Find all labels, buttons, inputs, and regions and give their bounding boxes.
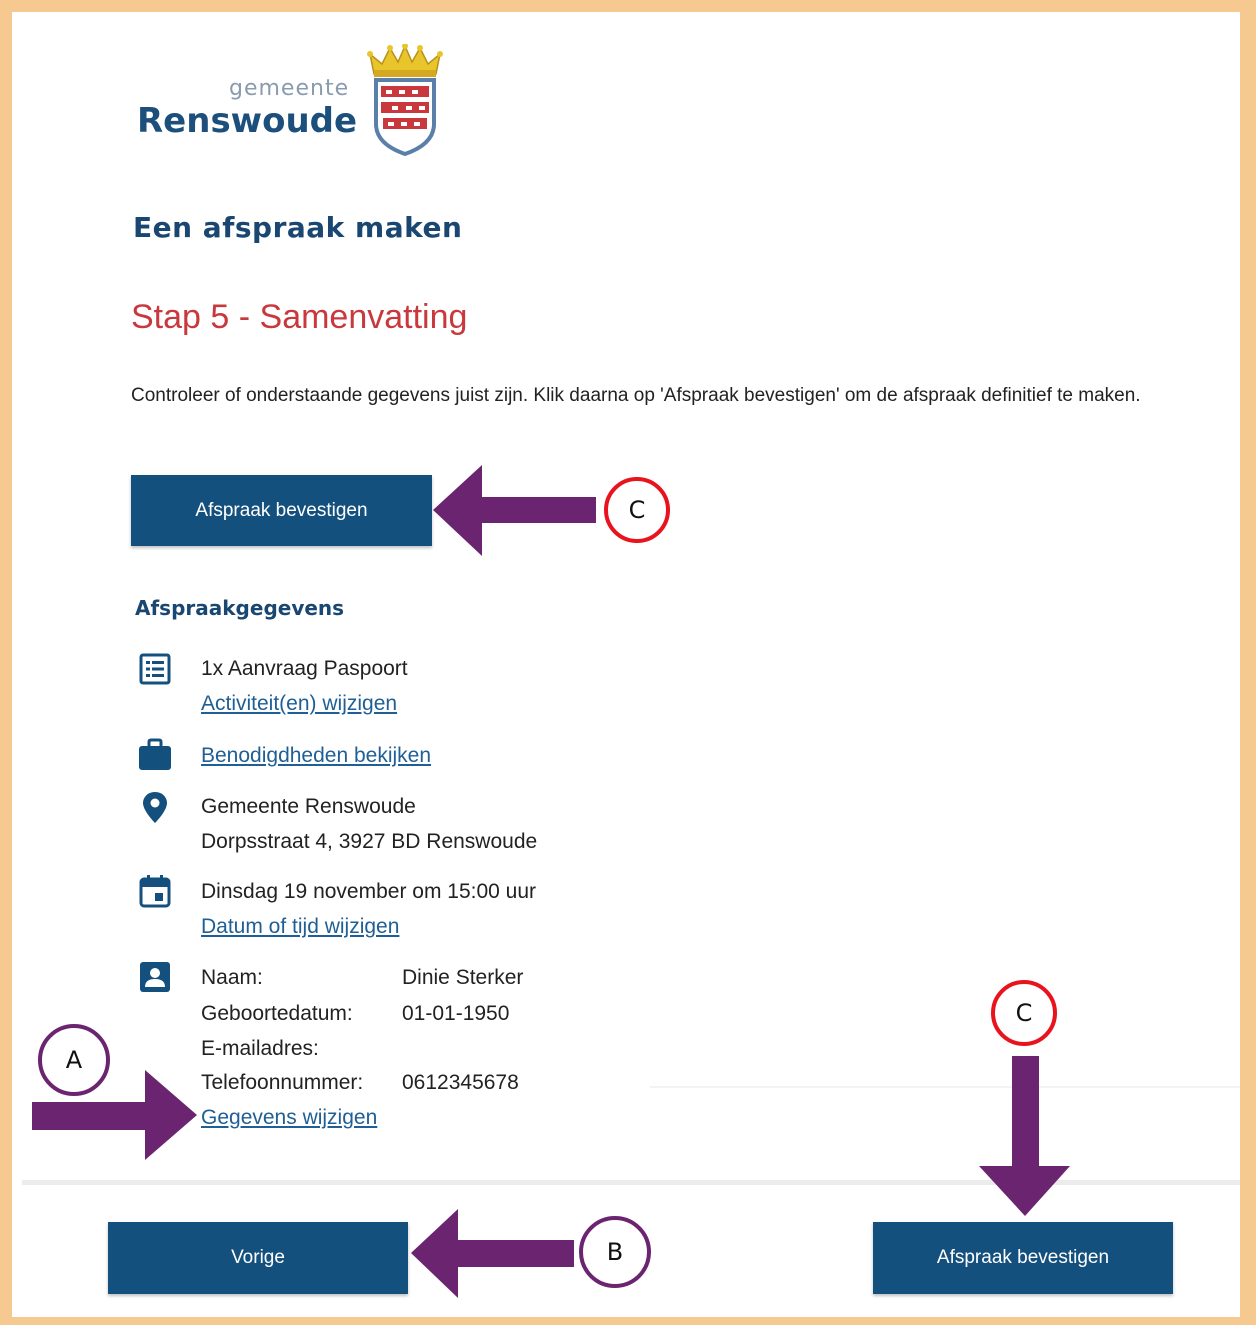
change-activities-link[interactable]: Activiteit(en) wijzigen — [201, 692, 397, 716]
faint-divider — [650, 1086, 1240, 1088]
page-frame — [0, 0, 1256, 1325]
name-value: Dinie Sterker — [402, 966, 524, 989]
phone-label: Telefoonnummer: — [201, 1071, 364, 1094]
calendar-icon — [139, 875, 171, 908]
municipal-crest-logo — [367, 44, 443, 156]
appointment-details-heading: Afspraakgegevens — [135, 596, 345, 620]
confirm-appointment-button-bottom[interactable]: Afspraak bevestigen — [873, 1222, 1173, 1294]
phone-value: 0612345678 — [402, 1071, 519, 1094]
logo-renswoude-text: Renswoude — [137, 101, 358, 141]
birthdate-label: Geboortedatum: — [201, 1002, 353, 1025]
previous-button[interactable]: Vorige — [108, 1222, 408, 1294]
logo-gemeente-text: gemeente — [229, 76, 350, 101]
view-requirements-link[interactable]: Benodigdheden bekijken — [201, 744, 431, 768]
annotation-circle-a: A — [38, 1024, 110, 1096]
edit-details-link[interactable]: Gegevens wijzigen — [201, 1106, 377, 1130]
annotation-circle-c-bottom: C — [991, 980, 1057, 1046]
briefcase-icon — [139, 738, 171, 770]
step-title: Stap 5 - Samenvatting — [131, 298, 468, 336]
activity-text: 1x Aanvraag Paspoort — [201, 657, 408, 680]
page-title: Een afspraak maken — [133, 211, 463, 244]
footer-divider — [22, 1180, 1240, 1185]
change-date-time-link[interactable]: Datum of tijd wijzigen — [201, 915, 399, 939]
contact-card-icon — [140, 962, 170, 992]
email-label: E-mailadres: — [201, 1037, 319, 1060]
location-name: Gemeente Renswoude — [201, 795, 416, 818]
location-address: Dorpsstraat 4, 3927 BD Renswoude — [201, 830, 538, 853]
annotation-circle-c-top: C — [604, 477, 670, 543]
instruction-text: Controleer of onderstaande gegevens juis… — [131, 385, 1141, 406]
appointment-datetime: Dinsdag 19 november om 15:00 uur — [201, 880, 537, 903]
location-pin-icon — [143, 792, 167, 823]
name-label: Naam: — [201, 966, 263, 989]
list-icon — [139, 653, 171, 685]
annotation-circle-b: B — [579, 1216, 651, 1288]
birthdate-value: 01-01-1950 — [402, 1002, 510, 1025]
confirm-appointment-button-top[interactable]: Afspraak bevestigen — [131, 475, 432, 546]
